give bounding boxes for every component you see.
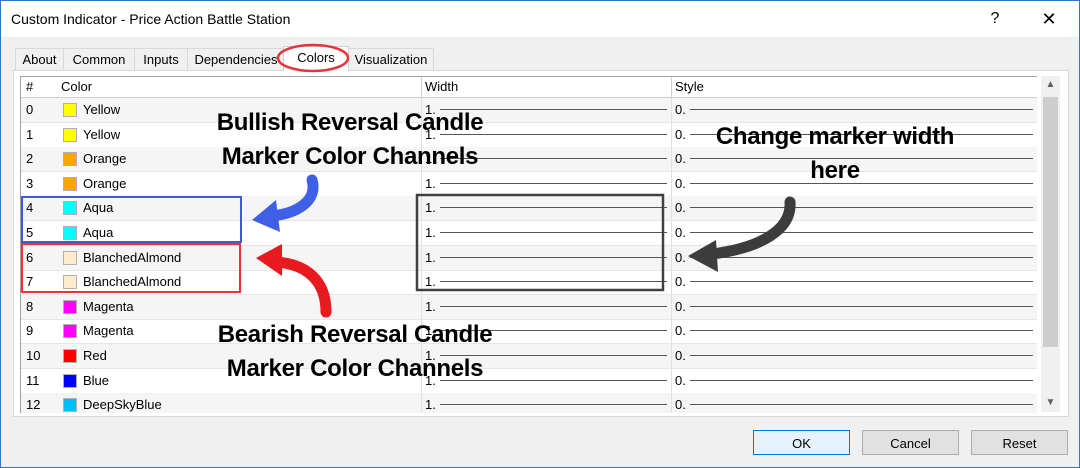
bearish-arrow-icon xyxy=(256,244,282,276)
bearish-arrow-shaft xyxy=(270,256,332,318)
bullish-annotation-line1: Bullish Reversal Candle xyxy=(216,109,484,136)
bullish-rows-box xyxy=(21,196,242,243)
width-cells-box xyxy=(415,193,665,292)
width-annotation-line2: here xyxy=(810,157,860,184)
bearish-annotation-line1: Bearish Reversal Candle xyxy=(217,321,493,348)
bearish-annotation: Bearish Reversal Candle Marker Color Cha… xyxy=(200,318,510,386)
width-annotation-line1: Change marker width xyxy=(715,123,955,150)
bullish-arrow-icon xyxy=(252,200,280,232)
bearish-annotation-line2: Marker Color Channels xyxy=(226,355,484,382)
bullish-annotation-line2: Marker Color Channels xyxy=(221,143,479,170)
width-arrow-icon xyxy=(688,240,718,272)
width-arrow-shaft xyxy=(706,196,796,260)
width-annotation: Change marker width here xyxy=(690,120,980,188)
bullish-annotation: Bullish Reversal Candle Marker Color Cha… xyxy=(200,106,500,174)
colors-tab-highlight xyxy=(276,43,350,73)
annotation-overlay xyxy=(21,43,796,318)
bearish-rows-box xyxy=(21,243,241,293)
